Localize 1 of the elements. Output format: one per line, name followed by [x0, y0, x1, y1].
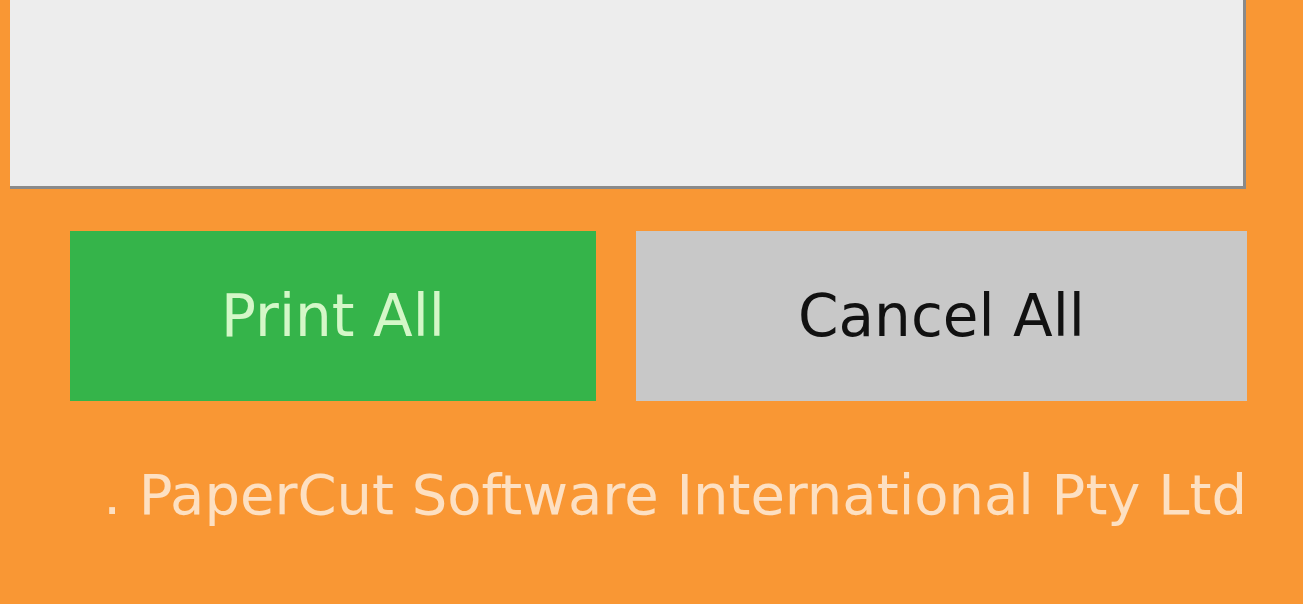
cancel-button[interactable]: Cancel All	[636, 231, 1247, 401]
